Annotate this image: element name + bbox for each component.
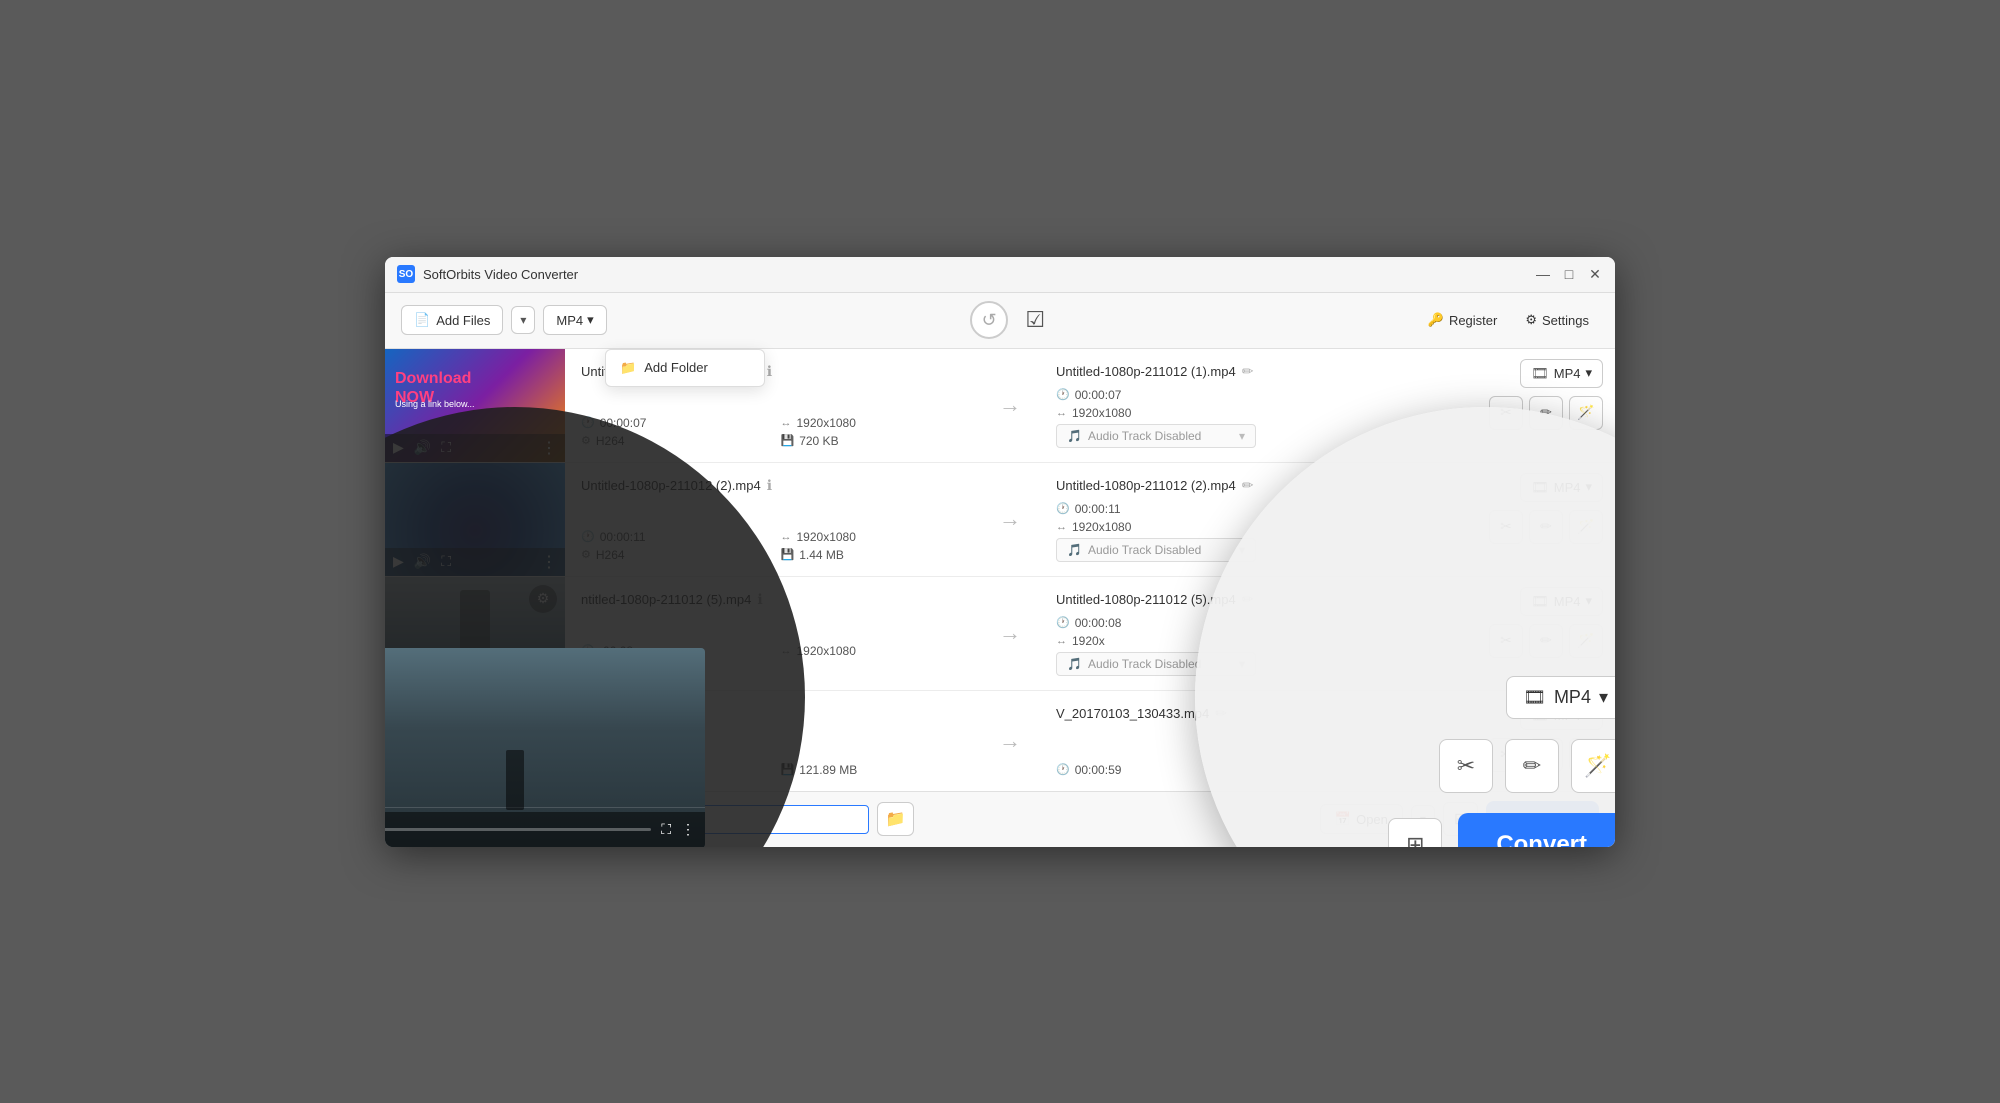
clock-icon: 🕐: [1056, 616, 1070, 629]
clock-icon: 🕐: [1056, 388, 1070, 401]
zoom-convert-area: 🎞 MP4 ▾ ✂ ✏ 🪄 ⊞ Convert: [1305, 656, 1615, 847]
resize-icon: ↔: [1056, 635, 1067, 647]
zoom-save-to-area: ▶ 🔊 ⛶ ⋮ Save to C:\Users\Eugene\Download…: [385, 628, 725, 847]
resize-icon: ↔: [1056, 407, 1067, 419]
zoom-convert-button[interactable]: Convert: [1458, 813, 1615, 847]
add-files-dropdown-button[interactable]: ▾: [511, 306, 535, 334]
zoom-format-badge[interactable]: 🎞 MP4 ▾: [1506, 676, 1615, 719]
settings-button[interactable]: ⚙ Settings: [1515, 306, 1599, 334]
clock-icon: 🕐: [1056, 763, 1070, 776]
format-arrow-icon: ▾: [587, 312, 594, 328]
zoom-fullscreen-icon[interactable]: ⛶: [661, 821, 671, 838]
zoom-more-icon[interactable]: ⋮: [681, 821, 695, 838]
key-icon: 🔑: [1428, 312, 1444, 328]
window-controls: — □ ✕: [1535, 266, 1603, 282]
zoom-video-preview: ▶ 🔊 ⛶ ⋮: [385, 648, 705, 847]
app-title: SoftOrbits Video Converter: [423, 267, 1535, 282]
zoom-edit-button[interactable]: ✏: [1505, 739, 1559, 793]
toolbar: 📄 Add Files ▾ MP4 ▾ ↺ ☑ 🔑 Register ⚙ Set…: [385, 293, 1615, 349]
arrow-separator: →: [980, 691, 1040, 791]
add-folder-item[interactable]: 📁 Add Folder: [606, 350, 764, 386]
check-button[interactable]: ☑: [1016, 301, 1054, 339]
zoom-progress-bar: [385, 828, 651, 831]
edit-icon[interactable]: ✏: [1242, 477, 1254, 494]
zoom-magic-button[interactable]: 🪄: [1571, 739, 1615, 793]
title-bar: SO SoftOrbits Video Converter — □ ✕: [385, 257, 1615, 293]
folder-icon: 📁: [620, 360, 636, 376]
info-icon[interactable]: ℹ: [767, 363, 772, 380]
arrow-separator: →: [980, 349, 1040, 462]
audio-track-dropdown[interactable]: 🎵 Audio Track Disabled ▾: [1056, 424, 1256, 448]
resize-icon: ↔: [1056, 521, 1067, 533]
dropdown-arrow-icon: ▾: [1239, 429, 1245, 443]
size-icon: 💾: [781, 434, 795, 447]
format-label: MP4: [556, 313, 583, 328]
format-dd-arrow: ▾: [1585, 365, 1592, 381]
app-icon: SO: [397, 265, 415, 283]
info-icon[interactable]: ℹ: [767, 477, 772, 494]
close-button[interactable]: ✕: [1587, 266, 1603, 282]
output-file-name: Untitled-1080p-211012 (2).mp4: [1056, 478, 1236, 493]
output-file-name: Untitled-1080p-211012 (5).mp4: [1056, 592, 1236, 607]
minimize-button[interactable]: —: [1535, 266, 1551, 282]
resize-icon: ↔: [781, 531, 792, 543]
register-button[interactable]: 🔑 Register: [1418, 306, 1508, 334]
edit-icon[interactable]: ✏: [1242, 363, 1254, 380]
gear-icon: ⚙: [1525, 312, 1537, 328]
arrow-separator: →: [980, 463, 1040, 576]
zoom-format-arrow-icon: ▾: [1599, 687, 1608, 708]
audio-icon: 🎵: [1067, 657, 1082, 671]
refresh-icon: ↺: [982, 310, 997, 331]
output-format-badge[interactable]: 🎞 MP4 ▾: [1520, 359, 1603, 388]
film-icon: 🎞: [1531, 365, 1549, 382]
add-folder-dropdown: 📁 Add Folder: [605, 349, 765, 387]
zoom-convert-row: ⊞ Convert: [1388, 813, 1615, 847]
audio-icon: 🎵: [1067, 543, 1082, 557]
refresh-button[interactable]: ↺: [970, 301, 1008, 339]
size-icon: 💾: [781, 548, 795, 561]
add-files-button[interactable]: 📄 Add Files: [401, 305, 503, 335]
output-file-name: Untitled-1080p-211012 (1).mp4: [1056, 364, 1236, 379]
clock-icon: 🕐: [1056, 502, 1070, 515]
check-icon: ☑: [1025, 307, 1045, 333]
zoom-film-icon: 🎞: [1523, 687, 1546, 708]
resize-icon: ↔: [781, 417, 792, 429]
format-selector-button[interactable]: MP4 ▾: [543, 305, 606, 335]
output-file-name: V_20170103_130433.mp4: [1056, 706, 1209, 721]
audio-track-dropdown[interactable]: 🎵 Audio Track Disabled ▾: [1056, 538, 1256, 562]
maximize-button[interactable]: □: [1561, 266, 1577, 282]
zoom-grid-button[interactable]: ⊞: [1388, 818, 1442, 847]
browse-folder-button[interactable]: 📁: [877, 802, 915, 836]
zoom-action-buttons: ✂ ✏ 🪄: [1439, 739, 1615, 793]
audio-icon: 🎵: [1067, 429, 1082, 443]
zoom-cut-button[interactable]: ✂: [1439, 739, 1493, 793]
add-files-icon: 📄: [414, 312, 430, 328]
arrow-separator: →: [980, 577, 1040, 690]
